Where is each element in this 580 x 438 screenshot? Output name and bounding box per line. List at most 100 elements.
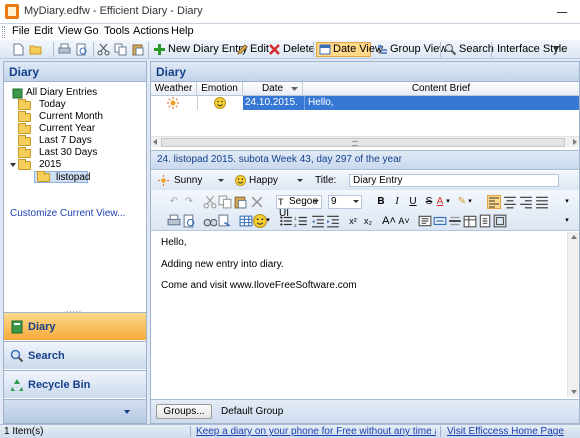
print-preview-icon[interactable]	[75, 43, 88, 56]
column-emotion[interactable]: Emotion	[197, 82, 243, 96]
table-icon[interactable]	[239, 214, 253, 228]
print-icon[interactable]	[167, 214, 181, 228]
horizontal-scrollbar[interactable]	[151, 136, 579, 147]
expand-arrow-icon[interactable]	[10, 162, 16, 168]
column-date[interactable]: Date	[243, 82, 303, 96]
bold-button[interactable]: B	[374, 195, 388, 209]
align-left-icon[interactable]	[487, 195, 501, 209]
tree-item-label: Current Year	[39, 123, 96, 134]
indent-icon[interactable]	[326, 214, 340, 228]
nav-recycle-bin[interactable]: Recycle Bin	[4, 370, 146, 398]
horizontal-line-icon[interactable]	[448, 214, 462, 228]
toolbar-overflow-icon[interactable]: ▾	[563, 214, 571, 228]
tree-item-label: All Diary Entries	[26, 87, 98, 98]
vertical-scrollbar[interactable]	[567, 232, 579, 397]
home-page-link[interactable]: Visit Efficcess Home Page	[447, 425, 564, 438]
menu-view[interactable]: View	[58, 25, 82, 37]
clear-format-icon[interactable]	[250, 195, 264, 209]
insert-image-icon[interactable]	[418, 214, 432, 228]
menu-file[interactable]: File	[12, 25, 30, 37]
scroll-left-icon[interactable]	[153, 139, 157, 145]
align-center-icon[interactable]	[503, 195, 517, 209]
undo-icon[interactable]: ↶	[167, 195, 181, 209]
column-weather[interactable]: Weather	[151, 82, 197, 96]
menu-actions[interactable]: Actions	[133, 25, 169, 37]
open-folder-icon[interactable]	[29, 43, 42, 56]
scroll-thumb[interactable]	[161, 138, 565, 147]
diary-book-icon	[12, 88, 23, 99]
group-view-icon	[378, 45, 387, 54]
bullet-list-icon[interactable]	[279, 214, 293, 228]
copy-icon[interactable]	[218, 195, 232, 209]
insert-date-icon[interactable]	[463, 214, 477, 228]
menu-bar: File Edit View Go Tools Actions Help	[0, 24, 580, 40]
nav-diary[interactable]: Diary	[4, 312, 146, 340]
print-icon[interactable]	[58, 43, 71, 56]
table-row[interactable]: 24.10.2015. Hello,	[151, 96, 579, 110]
date-view-button[interactable]: Date View	[316, 42, 383, 57]
align-right-icon[interactable]	[519, 195, 533, 209]
tree-item-listopad[interactable]: listopad	[34, 171, 90, 183]
page-setup-icon[interactable]	[478, 214, 492, 228]
paste-icon[interactable]	[131, 43, 144, 56]
menu-go[interactable]: Go	[84, 25, 99, 37]
new-file-icon[interactable]	[12, 43, 25, 56]
font-family-select[interactable]: Segoe UI T	[276, 195, 322, 219]
editor-line: Hello,	[161, 237, 187, 248]
sun-icon	[158, 175, 169, 186]
menu-edit[interactable]: Edit	[34, 25, 53, 37]
groups-button[interactable]: Groups...	[156, 404, 212, 419]
chevron-down-icon[interactable]: ▾	[467, 195, 473, 209]
entry-editor[interactable]: Hello, Adding new entry into diary. Come…	[151, 232, 567, 397]
replace-icon[interactable]	[218, 214, 232, 228]
justify-icon[interactable]	[535, 195, 549, 209]
hyperlink-icon[interactable]	[433, 214, 447, 228]
emotion-select[interactable]: Happy	[233, 174, 305, 188]
chevron-down-icon[interactable]	[553, 46, 560, 51]
customize-view-link[interactable]: Customize Current View...	[10, 208, 125, 219]
fullscreen-icon[interactable]	[493, 214, 507, 228]
underline-button[interactable]: U	[406, 195, 420, 209]
toolbar-overflow-icon[interactable]: ▾	[563, 195, 571, 209]
menu-help[interactable]: Help	[171, 25, 194, 37]
cut-icon[interactable]	[203, 195, 217, 209]
font-size-select[interactable]: 9	[328, 195, 362, 209]
toolbar-separator	[440, 42, 441, 57]
edit-button[interactable]: Edit	[250, 42, 269, 57]
nav-search[interactable]: Search	[4, 341, 146, 369]
scroll-down-icon[interactable]	[571, 390, 577, 394]
paste-icon[interactable]	[233, 195, 247, 209]
search-button[interactable]: Search	[459, 42, 494, 57]
title-field[interactable]: Diary Entry	[349, 174, 559, 187]
cut-icon[interactable]	[97, 43, 110, 56]
shrink-font-button[interactable]: A˅	[397, 214, 411, 228]
find-icon[interactable]	[203, 214, 217, 228]
print-preview-icon[interactable]	[182, 214, 196, 228]
minimize-button[interactable]	[552, 4, 574, 20]
copy-icon[interactable]	[114, 43, 127, 56]
folder-icon	[18, 111, 31, 122]
scroll-up-icon[interactable]	[571, 235, 577, 239]
content-brief-cell: Hello,	[304, 96, 574, 110]
chevron-down-icon[interactable]: ▾	[445, 195, 451, 209]
promo-link[interactable]: Keep a diary on your phone for Free with…	[196, 425, 436, 438]
scroll-right-icon[interactable]	[573, 139, 577, 145]
redo-icon[interactable]: ↷	[182, 195, 196, 209]
tree-item-label: Current Month	[39, 111, 103, 122]
italic-button[interactable]: I	[390, 195, 404, 209]
delete-button[interactable]: Delete	[283, 42, 315, 57]
superscript-button[interactable]: x²	[346, 214, 360, 228]
outdent-icon[interactable]	[311, 214, 325, 228]
edit-icon	[237, 44, 248, 55]
numbered-list-icon[interactable]: 12	[294, 214, 308, 228]
group-view-button[interactable]: Group View	[390, 42, 447, 57]
subscript-button[interactable]: x₂	[361, 214, 375, 228]
folder-icon	[18, 159, 31, 170]
weather-select[interactable]: Sunny	[156, 174, 226, 188]
nav-options-bar[interactable]	[4, 399, 146, 423]
folder-icon	[18, 135, 31, 146]
chevron-down-icon[interactable]: ▾	[265, 214, 271, 228]
column-content-brief[interactable]: Content Brief	[303, 82, 579, 96]
menu-tools[interactable]: Tools	[104, 25, 130, 37]
grow-font-button[interactable]: A˄	[382, 214, 396, 228]
